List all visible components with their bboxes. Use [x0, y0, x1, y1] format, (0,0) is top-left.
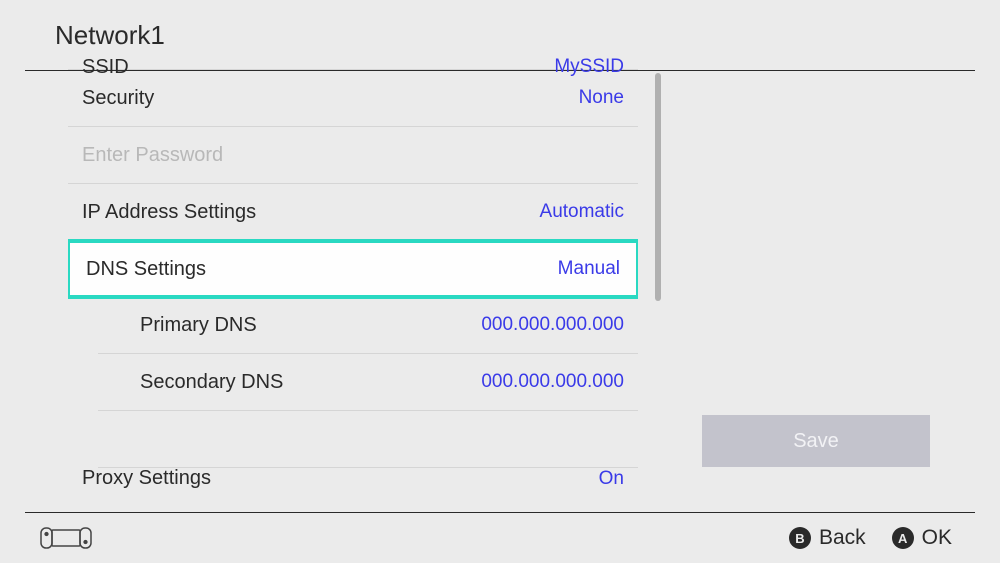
primary-dns-label: Primary DNS — [140, 314, 257, 337]
row-primary-dns[interactable]: Primary DNS 000.000.000.000 — [98, 297, 638, 354]
controller-icon — [40, 527, 92, 549]
security-label: Security — [82, 87, 154, 110]
primary-dns-value: 000.000.000.000 — [481, 314, 624, 336]
footer: B Back A OK — [0, 513, 1000, 563]
a-button-icon: A — [892, 527, 914, 549]
page-title: Network1 — [55, 20, 165, 51]
ok-label: OK — [922, 526, 952, 550]
dns-value: Manual — [558, 258, 620, 280]
dns-label: DNS Settings — [86, 258, 206, 281]
proxy-value: On — [599, 468, 624, 490]
row-password[interactable]: Enter Password — [68, 127, 638, 184]
proxy-label: Proxy Settings — [82, 467, 211, 490]
row-ip-address-settings[interactable]: IP Address Settings Automatic — [68, 184, 638, 241]
password-placeholder: Enter Password — [82, 144, 223, 167]
footer-actions: B Back A OK — [789, 526, 952, 550]
b-button-icon: B — [789, 527, 811, 549]
row-ssid[interactable]: SSID MySSID — [68, 56, 638, 70]
secondary-dns-value: 000.000.000.000 — [481, 371, 624, 393]
scrollbar-thumb[interactable] — [655, 73, 661, 301]
row-proxy-settings[interactable]: Proxy Settings On — [68, 468, 638, 490]
scrollbar[interactable] — [655, 73, 661, 301]
save-button[interactable]: Save — [702, 415, 930, 467]
row-secondary-dns[interactable]: Secondary DNS 000.000.000.000 — [98, 354, 638, 411]
row-dns-settings[interactable]: DNS Settings Manual — [68, 239, 638, 299]
settings-list: SSID MySSID Security None Enter Password… — [68, 56, 638, 490]
ip-label: IP Address Settings — [82, 201, 256, 224]
divider-row — [98, 411, 638, 468]
row-security[interactable]: Security None — [68, 70, 638, 127]
back-label: Back — [819, 526, 866, 550]
ssid-label: SSID — [82, 56, 129, 79]
back-action[interactable]: B Back — [789, 526, 866, 550]
save-label: Save — [793, 430, 839, 453]
security-value: None — [579, 87, 624, 109]
ssid-value: MySSID — [554, 56, 624, 78]
ok-action[interactable]: A OK — [892, 526, 952, 550]
secondary-dns-label: Secondary DNS — [140, 371, 283, 394]
ip-value: Automatic — [540, 201, 624, 223]
